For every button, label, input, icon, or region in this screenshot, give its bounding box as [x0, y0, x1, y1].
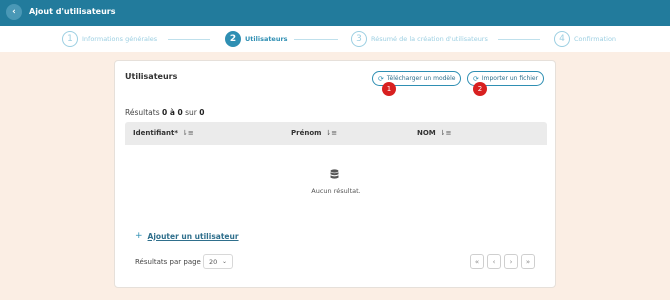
app-header: ‹ Ajout d'utilisateurs — [0, 0, 670, 26]
per-page-label: Résultats par page — [135, 258, 201, 266]
step-confirmation[interactable]: 4 Confirmation — [554, 31, 616, 47]
step-resume[interactable]: 3 Résumé de la création d'utilisateurs — [351, 31, 488, 47]
users-card: Utilisateurs ⟳ Télécharger un modèle ⟳ I… — [114, 60, 556, 288]
step-label: Utilisateurs — [245, 35, 288, 43]
database-icon — [330, 169, 339, 183]
step-utilisateurs[interactable]: 2 Utilisateurs — [225, 31, 288, 47]
results-of: sur — [185, 108, 197, 117]
column-label: Identifiant* — [133, 129, 178, 137]
back-button[interactable]: ‹ — [6, 4, 22, 20]
sort-icon[interactable]: ⇂≡ — [182, 129, 194, 137]
step-connector — [294, 39, 338, 40]
step-connector — [168, 39, 210, 40]
sort-icon[interactable]: ⇂≡ — [325, 129, 337, 137]
chevron-left-icon: ‹ — [12, 7, 16, 17]
column-nom[interactable]: NOM ⇂≡ — [417, 129, 452, 137]
add-user-label: Ajouter un utilisateur — [147, 231, 239, 241]
last-page-button[interactable]: » — [521, 254, 535, 269]
step-number: 4 — [554, 31, 570, 47]
annotation-badge: 1 — [382, 82, 396, 96]
wizard-stepper: 1 Informations générales 2 Utilisateurs … — [0, 26, 670, 52]
results-total: 0 — [199, 108, 205, 117]
import-file-label: Importer un fichier — [481, 75, 539, 82]
next-page-button[interactable]: › — [504, 254, 518, 269]
download-icon: ⟳ — [378, 74, 384, 83]
step-label: Confirmation — [574, 35, 617, 43]
table-body: Aucun résultat. — [125, 145, 547, 221]
chevron-right-icon: › — [509, 257, 513, 266]
previous-page-button[interactable]: ‹ — [487, 254, 501, 269]
add-user-button[interactable]: + Ajouter un utilisateur — [135, 231, 239, 241]
first-page-button[interactable]: « — [470, 254, 484, 269]
column-identifiant[interactable]: Identifiant* ⇂≡ — [133, 129, 194, 137]
column-prenom[interactable]: Prénom ⇂≡ — [291, 129, 337, 137]
table-header: Identifiant* ⇂≡ Prénom ⇂≡ NOM ⇂≡ — [125, 122, 547, 145]
per-page-value: 20 — [209, 257, 218, 266]
double-chevron-left-icon: « — [474, 257, 480, 266]
results-prefix: Résultats — [125, 108, 160, 117]
empty-message: Aucun résultat. — [311, 187, 361, 195]
step-number: 1 — [62, 31, 78, 47]
download-template-label: Télécharger un modèle — [386, 75, 456, 82]
step-label: Résumé de la création d'utilisateurs — [371, 35, 488, 43]
column-label: Prénom — [291, 129, 322, 137]
page-title: Ajout d'utilisateurs — [29, 7, 116, 16]
step-informations-generales[interactable]: 1 Informations générales — [62, 31, 157, 47]
per-page-select[interactable]: 20 ⌄ — [203, 254, 233, 269]
results-range: 0 à 0 — [162, 108, 183, 117]
step-number: 3 — [351, 31, 367, 47]
results-summary: Résultats 0 à 0 sur 0 — [125, 108, 205, 117]
sort-icon[interactable]: ⇂≡ — [440, 129, 452, 137]
step-connector — [498, 39, 540, 40]
card-title: Utilisateurs — [125, 72, 178, 81]
step-number: 2 — [225, 31, 241, 47]
column-label: NOM — [417, 129, 436, 137]
chevron-left-icon: ‹ — [492, 257, 496, 266]
chevron-down-icon: ⌄ — [221, 258, 227, 265]
plus-icon: + — [135, 231, 143, 241]
annotation-badge: 2 — [473, 82, 487, 96]
step-label: Informations générales — [82, 35, 158, 43]
double-chevron-right-icon: » — [525, 257, 531, 266]
